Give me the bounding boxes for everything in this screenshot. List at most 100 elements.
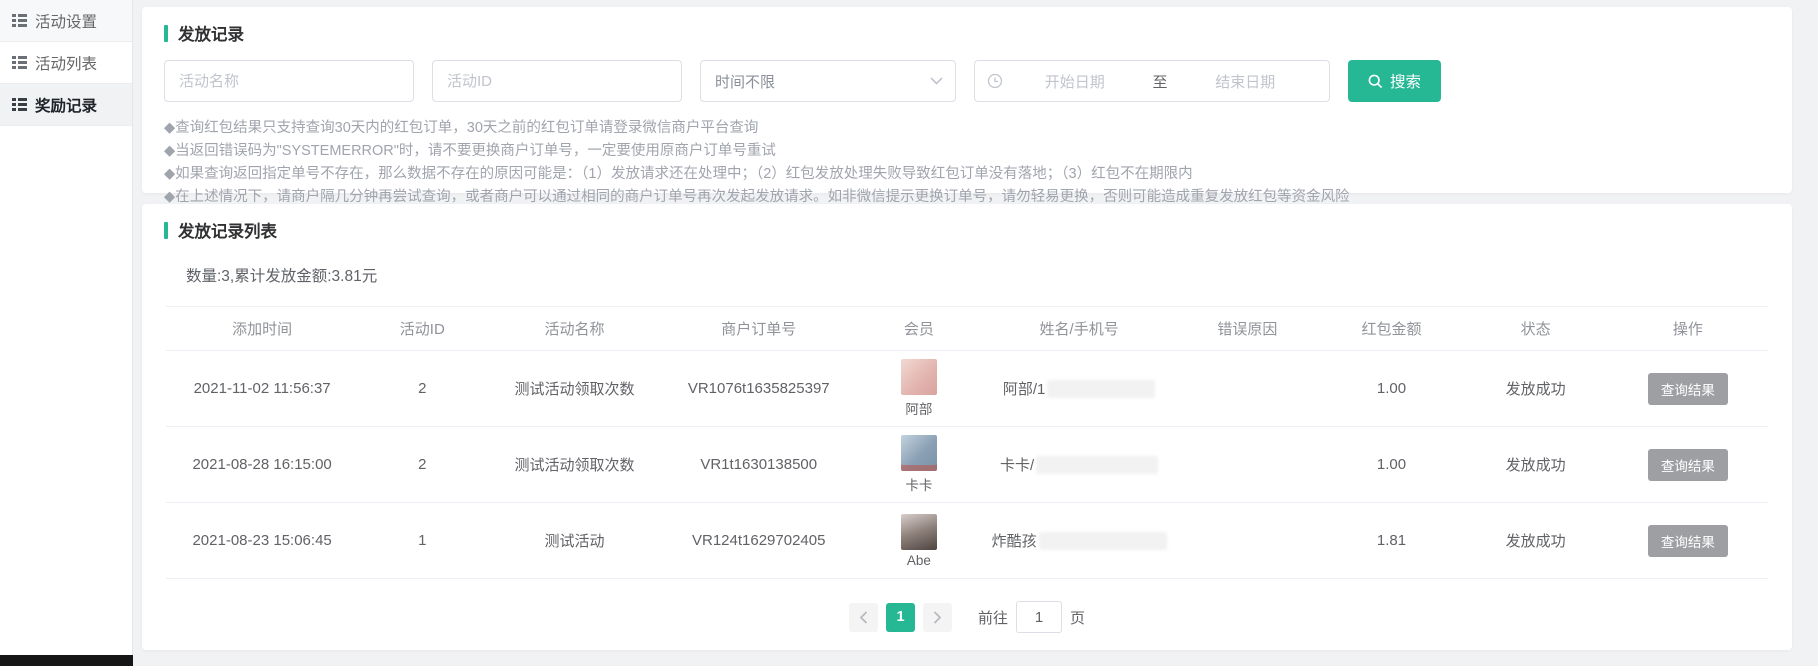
cell-activity-name: 测试活动 [486,503,662,579]
col-header-status: 状态 [1464,307,1608,351]
col-header-time: 添加时间 [166,307,358,351]
sidebar-item-label: 奖励记录 [35,94,97,116]
activity-id-input[interactable] [432,60,682,102]
records-list-card: 发放记录列表 数量:3,累计发放金额:3.81元 添加时间 活动ID 活动名称 … [142,204,1792,650]
col-header-activity-id: 活动ID [358,307,486,351]
status-badge: 发放成功 [1464,503,1608,579]
pagination: 1 前往 页 [164,601,1770,633]
start-date-placeholder: 开始日期 [1003,71,1147,92]
accent-bar [164,25,168,42]
member-avatar [901,435,937,471]
cell-time: 2021-11-02 11:56:37 [166,351,358,427]
status-badge: 发放成功 [1464,427,1608,503]
goto-prefix: 前往 [978,607,1008,628]
date-separator: 至 [1147,71,1174,92]
chevron-left-icon [859,611,868,624]
cell-activity-id: 2 [358,351,486,427]
query-result-button[interactable]: 查询结果 [1648,449,1728,481]
sidebar-item-label: 活动列表 [35,52,97,74]
list-icon [12,98,27,111]
censored-phone-block [1047,380,1155,398]
cell-amount: 1.00 [1319,427,1463,503]
member-cell: Abe [855,514,983,568]
name-phone-cell: 炸酷孩 [983,530,1175,551]
notice-line: ◆当返回错误码为"SYSTEMERROR"时，请不要更换商户订单号，一定要使用原… [164,140,1770,163]
cell-error [1175,503,1319,579]
sidebar-item-reward-records[interactable]: 奖励记录 [0,84,132,126]
name-phone-text: 炸酷孩 [992,530,1037,551]
goto-page-input[interactable] [1016,601,1062,633]
table-row: 2021-08-23 15:06:45 1 测试活动 VR124t1629702… [166,503,1768,579]
cell-amount: 1.81 [1319,503,1463,579]
sidebar: 活动设置 活动列表 奖励记录 [0,0,133,666]
page-number-active[interactable]: 1 [886,603,915,632]
col-header-order-no: 商户订单号 [663,307,855,351]
table-row: 2021-08-28 16:15:00 2 测试活动领取次数 VR1t16301… [166,427,1768,503]
chevron-right-icon [933,611,942,624]
records-table: 添加时间 活动ID 活动名称 商户订单号 会员 姓名/手机号 错误原因 红包金额… [166,306,1768,579]
cell-activity-id: 1 [358,503,486,579]
next-page-button[interactable] [923,603,952,632]
censored-phone-block [1039,532,1167,550]
col-header-activity-name: 活动名称 [486,307,662,351]
sidebar-item-activity-list[interactable]: 活动列表 [0,42,132,84]
col-header-action: 操作 [1608,307,1768,351]
name-phone-text: 阿部/1 [1003,378,1046,399]
date-range-picker[interactable]: 开始日期 至 结束日期 [974,60,1330,102]
member-cell: 阿部 [855,359,983,418]
notice-line: ◆查询红包结果只支持查询30天内的红包订单，30天之前的红包订单请登录微信商户平… [164,117,1770,140]
cell-order-no: VR1076t1635825397 [663,351,855,427]
table-header-row: 添加时间 活动ID 活动名称 商户订单号 会员 姓名/手机号 错误原因 红包金额… [166,307,1768,351]
cell-order-no: VR124t1629702405 [663,503,855,579]
name-phone-cell: 阿部/1 [983,378,1175,399]
search-button[interactable]: 搜索 [1348,60,1441,102]
cell-time: 2021-08-23 15:06:45 [166,503,358,579]
col-header-member: 会员 [855,307,983,351]
member-avatar [901,359,937,395]
member-name: Abe [907,553,931,568]
name-phone-text: 卡卡/ [1000,454,1034,475]
cell-amount: 1.00 [1319,351,1463,427]
time-range-value: 时间不限 [715,71,775,92]
accent-bar [164,222,168,239]
cell-error [1175,427,1319,503]
cell-error [1175,351,1319,427]
section-header: 发放记录 [164,21,1770,45]
time-range-select[interactable]: 时间不限 [700,60,956,102]
records-summary: 数量:3,累计发放金额:3.81元 [186,264,1770,286]
prev-page-button[interactable] [849,603,878,632]
col-header-amount: 红包金额 [1319,307,1463,351]
cell-activity-name: 测试活动领取次数 [486,427,662,503]
section-header: 发放记录列表 [164,218,1770,242]
censored-phone-block [1036,456,1158,474]
table-row: 2021-11-02 11:56:37 2 测试活动领取次数 VR1076t16… [166,351,1768,427]
cell-activity-name: 测试活动领取次数 [486,351,662,427]
member-cell: 卡卡 [855,435,983,494]
notice-line: ◆如果查询返回指定单号不存在，那么数据不存在的原因可能是：（1）发放请求还在处理… [164,163,1770,186]
cell-order-no: VR1t1630138500 [663,427,855,503]
status-badge: 发放成功 [1464,351,1608,427]
query-result-button[interactable]: 查询结果 [1648,373,1728,405]
cell-time: 2021-08-28 16:15:00 [166,427,358,503]
sidebar-bottom-strip [0,655,133,666]
main-content: 发放记录 时间不限 开始日期 至 结束日期 搜索 ◆查询红包结果只支持查询30天… [134,0,1818,666]
member-avatar [901,514,937,550]
section-title: 发放记录列表 [178,218,277,242]
name-phone-cell: 卡卡/ [983,454,1175,475]
chevron-down-icon [930,77,943,85]
sidebar-item-label: 活动设置 [35,10,97,32]
list-icon [12,56,27,69]
sidebar-item-activity-settings[interactable]: 活动设置 [0,0,132,42]
filter-row: 时间不限 开始日期 至 结束日期 搜索 [164,60,1770,102]
list-icon [12,14,27,27]
clock-icon [987,73,1003,89]
end-date-placeholder: 结束日期 [1174,71,1318,92]
member-name: 阿部 [905,398,932,418]
col-header-name-phone: 姓名/手机号 [983,307,1175,351]
search-icon [1368,74,1383,89]
activity-name-input[interactable] [164,60,414,102]
member-name: 卡卡 [905,474,932,494]
cell-activity-id: 2 [358,427,486,503]
query-result-button[interactable]: 查询结果 [1648,525,1728,557]
goto-suffix: 页 [1070,607,1085,628]
